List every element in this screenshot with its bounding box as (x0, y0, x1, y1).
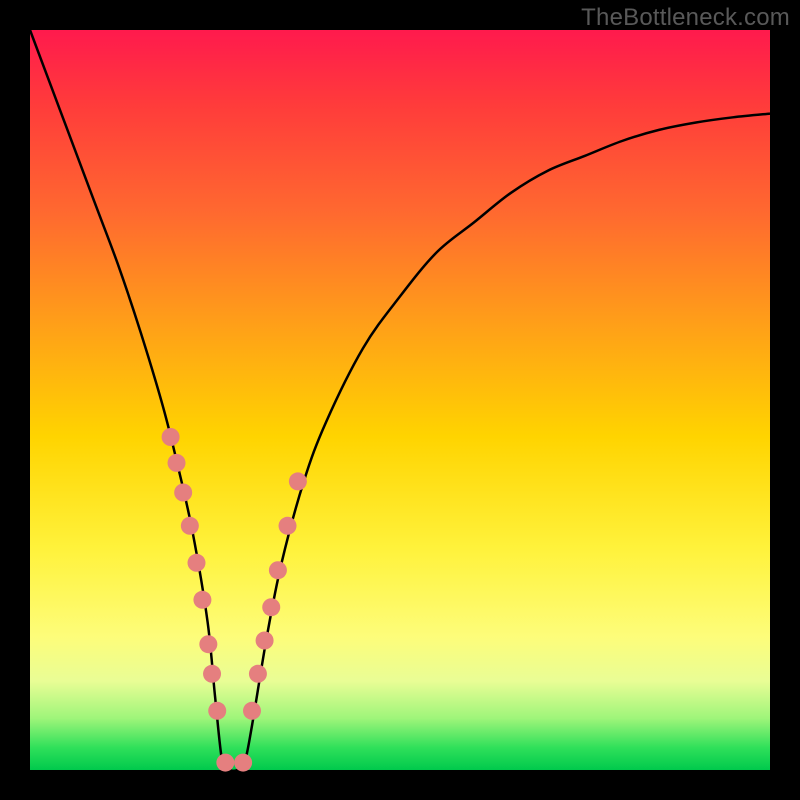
highlight-dot (203, 665, 221, 683)
highlight-dot (162, 428, 180, 446)
highlight-dot (199, 635, 217, 653)
highlight-dot (249, 665, 267, 683)
highlight-dot (243, 702, 261, 720)
highlight-dot (216, 754, 234, 772)
plot-area (30, 30, 770, 770)
highlight-dot (208, 702, 226, 720)
highlight-dot (289, 472, 307, 490)
bottleneck-curve-path (30, 30, 770, 771)
highlight-dot (181, 517, 199, 535)
highlight-dot (188, 554, 206, 572)
highlight-dot (269, 561, 287, 579)
highlight-dot (256, 632, 274, 650)
figure-root: TheBottleneck.com (0, 0, 800, 800)
highlight-dot (262, 598, 280, 616)
chart-svg (30, 30, 770, 770)
highlight-dot (279, 517, 297, 535)
highlight-dot (168, 454, 186, 472)
highlight-dot (234, 754, 252, 772)
highlighted-dots (162, 428, 307, 772)
bottleneck-curve (30, 30, 770, 771)
highlight-dot (174, 484, 192, 502)
highlight-dot (193, 591, 211, 609)
watermark-text: TheBottleneck.com (581, 4, 790, 32)
